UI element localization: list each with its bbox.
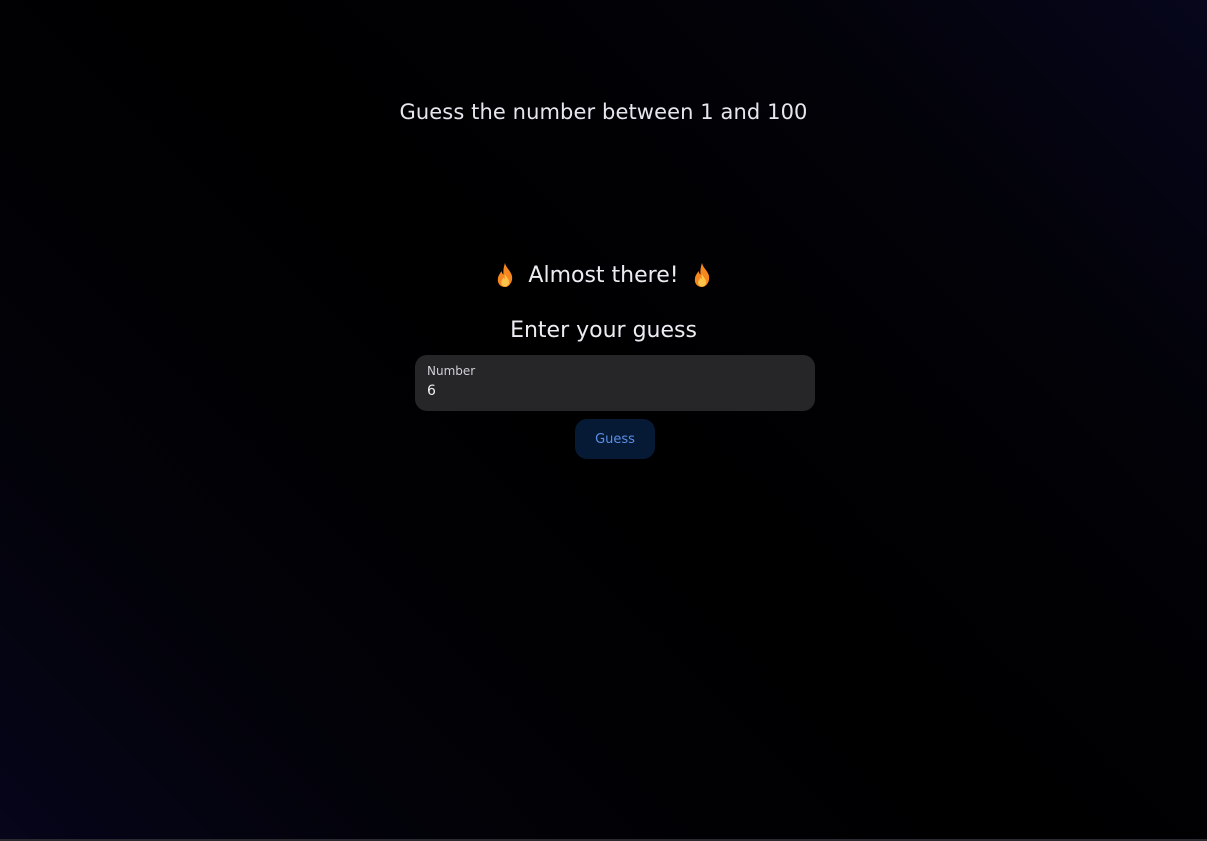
feedback-text: Almost there!	[528, 262, 679, 288]
page-title: Guess the number between 1 and 100	[399, 100, 808, 124]
game-page: { "header": { "title": "Guess the number…	[0, 0, 1207, 841]
guess-button[interactable]: Guess	[575, 419, 655, 459]
guess-prompt: Enter your guess	[510, 318, 697, 343]
number-field-label: Number	[427, 364, 476, 378]
number-input[interactable]	[427, 382, 803, 400]
feedback-message: Almost there!	[0, 262, 1207, 288]
fire-icon	[494, 262, 516, 288]
number-field[interactable]: Number	[415, 355, 815, 411]
fire-icon	[691, 262, 713, 288]
